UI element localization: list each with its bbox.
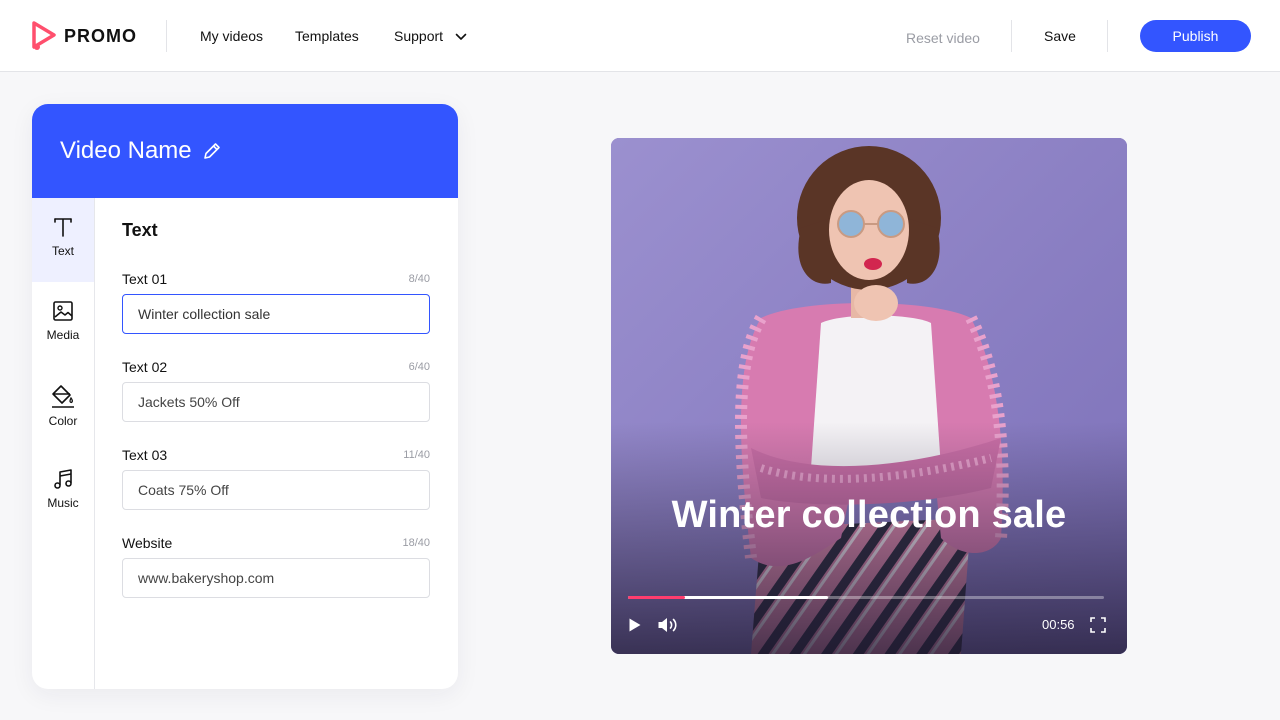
nav-support-label: Support [394, 28, 444, 44]
char-count: 8/40 [408, 273, 430, 285]
volume-icon[interactable] [657, 616, 679, 634]
rail-item-music[interactable]: Music [32, 450, 94, 534]
text-01-input[interactable] [122, 294, 430, 334]
nav-my-videos[interactable]: My videos [200, 27, 263, 45]
divider [1011, 20, 1012, 52]
text-icon [54, 218, 72, 237]
paint-bucket-icon [52, 385, 74, 408]
progress-bar[interactable] [628, 596, 1104, 599]
char-count: 18/40 [402, 537, 430, 549]
video-frame-image [611, 138, 1127, 654]
panel-header: Video Name [32, 104, 458, 198]
logo-icon [32, 21, 56, 50]
rail-label: Music [47, 496, 79, 510]
video-time: 00:56 [1042, 617, 1075, 632]
publish-button[interactable]: Publish [1140, 20, 1251, 52]
rail-label: Media [46, 328, 80, 342]
image-icon [53, 301, 73, 321]
pencil-icon[interactable] [202, 141, 222, 161]
editor-panel: Video Name Text Media Color Music Text T… [32, 104, 458, 689]
tool-rail: Text Media Color Music [32, 198, 95, 689]
logo-text: PROMO [64, 25, 138, 46]
nav-support[interactable]: Support [394, 27, 467, 45]
rail-item-color[interactable]: Color [32, 366, 94, 450]
divider [166, 20, 167, 52]
rail-label: Color [48, 414, 78, 428]
field-label-text-03: Text 03 [122, 447, 168, 463]
rail-item-media[interactable]: Media [32, 282, 94, 366]
video-preview[interactable]: Winter collection sale 00:56 [611, 138, 1127, 654]
video-overlay-text: Winter collection sale [671, 494, 1067, 536]
reset-video-button[interactable]: Reset video [906, 30, 980, 46]
text-02-input[interactable] [122, 382, 430, 422]
chevron-down-icon [455, 33, 467, 41]
text-03-input[interactable] [122, 470, 430, 510]
top-bar: PROMO My videos Templates Support Reset … [0, 0, 1280, 72]
section-title: Text [122, 220, 158, 240]
char-count: 6/40 [408, 361, 430, 373]
website-input[interactable] [122, 558, 430, 598]
video-name-label: Video Name [60, 137, 192, 164]
fullscreen-icon[interactable] [1090, 617, 1106, 633]
video-name-title[interactable]: Video Name [60, 137, 222, 165]
divider [1107, 20, 1108, 52]
logo[interactable]: PROMO [32, 21, 137, 51]
nav-templates[interactable]: Templates [295, 27, 359, 45]
music-note-icon [54, 469, 72, 489]
field-label-text-02: Text 02 [122, 359, 168, 375]
rail-item-text[interactable]: Text [32, 198, 94, 282]
rail-label: Text [51, 244, 74, 258]
progress-played [628, 596, 685, 599]
field-label-text-01: Text 01 [122, 271, 168, 287]
char-count: 11/40 [403, 449, 430, 461]
field-label-website: Website [122, 535, 173, 551]
save-button[interactable]: Save [1044, 28, 1076, 44]
play-icon[interactable] [628, 617, 642, 633]
